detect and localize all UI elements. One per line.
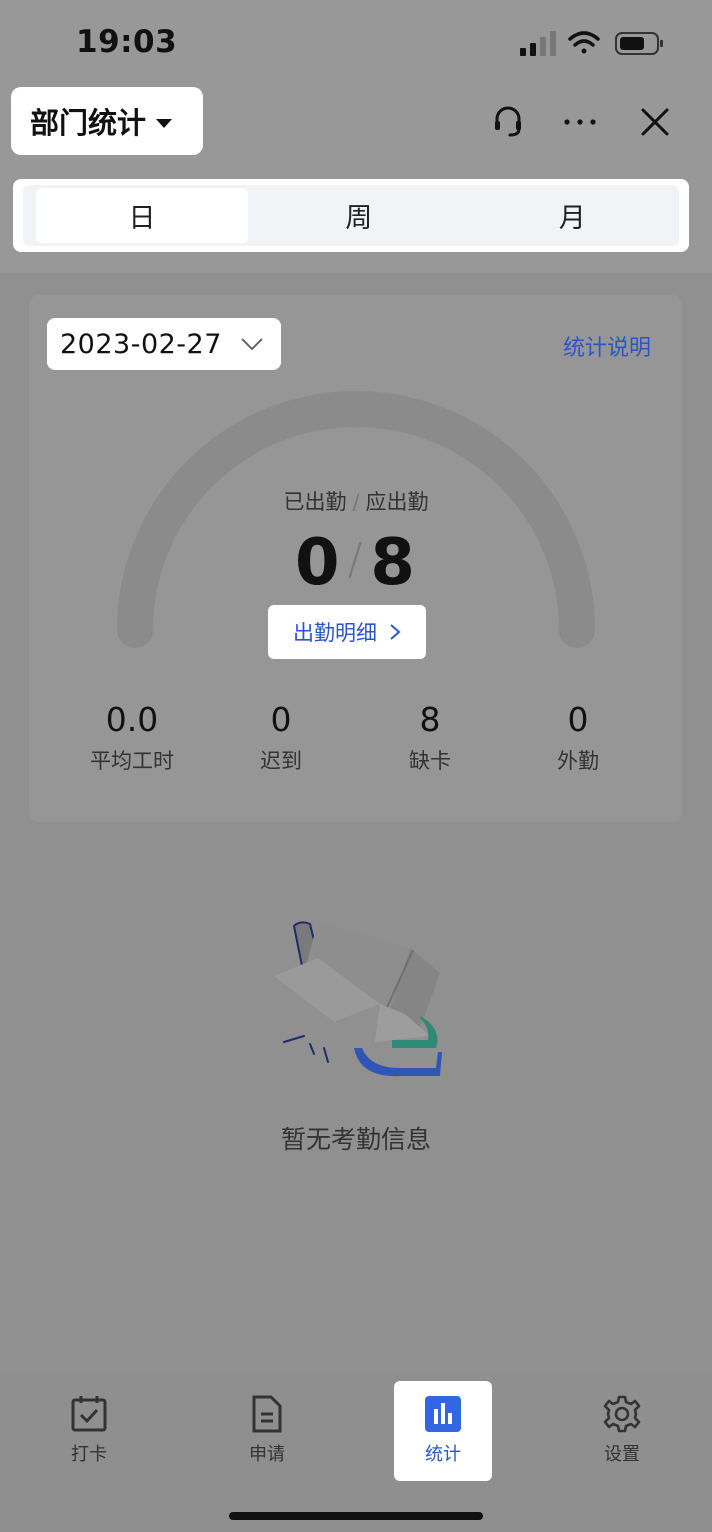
period-segment: 日 周 月 [13,179,689,252]
stat-value: 0.0 [105,700,159,739]
caret-down-icon [156,118,173,128]
calendar-check-icon [71,1396,107,1432]
present-count: 0 [295,526,342,600]
date-value: 2023-02-27 [60,328,222,360]
battery-icon [615,32,663,55]
headset-icon[interactable] [486,100,530,144]
stat-label: 平均工时 [90,749,174,773]
tab-label: 打卡 [71,1444,107,1465]
chevron-down-icon [241,338,263,351]
tab-punch[interactable]: 打卡 [40,1381,138,1481]
tab-statistics[interactable]: 统计 [394,1381,492,1481]
date-picker[interactable]: 2023-02-27 [47,318,281,370]
stat-label: 迟到 [260,749,302,773]
document-icon [252,1395,282,1433]
bar-chart-icon [425,1396,461,1432]
stat-late: 0 迟到 [206,700,356,775]
attendance-detail-button[interactable]: 出勤明细 [268,605,426,659]
stat-label: 缺卡 [409,749,451,773]
expected-count: 8 [370,526,417,600]
label-separator: / [352,490,360,514]
tab-apply[interactable]: 申请 [218,1381,316,1481]
department-stats-dropdown[interactable]: 部门统计 [11,87,203,155]
tab-day[interactable]: 日 [36,188,248,243]
app-screen: 19:03 部门统计 日 周 月 2023-02-27 统计说明 已出勤 / 应… [0,0,712,1532]
stat-field-work: 0 外勤 [503,700,653,775]
stat-value: 0 [270,700,292,739]
value-separator: / [347,534,365,585]
tab-month[interactable]: 月 [466,185,680,246]
empty-box-illustration [274,921,442,1077]
chevron-right-icon [390,624,401,640]
stat-missing-punch: 8 缺卡 [355,700,505,775]
status-icons [520,31,663,56]
gauge-label: 已出勤 / 应出勤 [0,486,712,516]
attendance-detail-label: 出勤明细 [293,621,377,645]
tab-label: 申请 [249,1444,285,1465]
present-label: 已出勤 [283,490,347,514]
more-icon[interactable] [558,100,602,144]
tab-settings[interactable]: 设置 [573,1381,671,1481]
gear-icon [603,1395,641,1433]
close-icon[interactable] [633,100,677,144]
empty-state-text: 暂无考勤信息 [280,1125,431,1154]
wifi-icon [568,31,600,54]
home-indicator [229,1512,483,1520]
gauge-value: 0/8 [0,526,712,600]
signal-icon [520,31,556,56]
expected-label: 应出勤 [365,490,429,514]
tab-label: 统计 [425,1444,461,1465]
tab-week[interactable]: 周 [252,185,466,246]
stat-label: 外勤 [557,749,599,773]
tab-label: 设置 [604,1444,640,1465]
status-time: 19:03 [76,24,178,60]
stats-explanation-link[interactable]: 统计说明 [563,330,651,362]
stat-avg-hours: 0.0 平均工时 [57,700,207,775]
stat-value: 8 [419,700,441,739]
stat-value: 0 [567,700,589,739]
department-stats-label: 部门统计 [30,106,147,140]
